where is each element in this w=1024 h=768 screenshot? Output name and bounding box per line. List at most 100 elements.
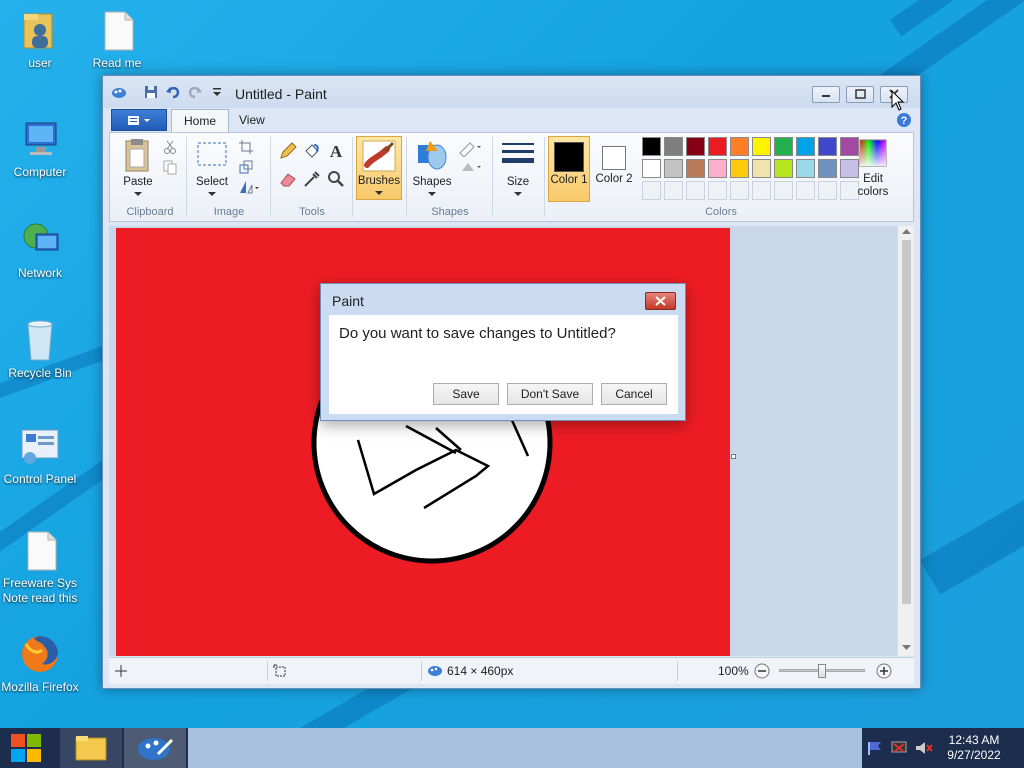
scroll-down-icon[interactable] bbox=[902, 645, 911, 651]
color1-button[interactable]: Color 1 bbox=[548, 136, 590, 202]
help-icon[interactable]: ? bbox=[896, 112, 912, 128]
dont-save-button[interactable]: Don't Save bbox=[507, 383, 593, 405]
desktop-icon-computer[interactable]: Computer bbox=[0, 117, 80, 180]
desktop-icon-freeware-note[interactable]: Freeware Sys Note read this bbox=[0, 528, 80, 606]
palette-swatch[interactable] bbox=[774, 159, 793, 178]
title-bar[interactable]: Untitled - Paint bbox=[103, 76, 920, 108]
palette-empty-swatch[interactable] bbox=[664, 181, 683, 200]
network-tray-icon[interactable] bbox=[890, 740, 910, 756]
palette-swatch[interactable] bbox=[664, 159, 683, 178]
cancel-button[interactable]: Cancel bbox=[601, 383, 667, 405]
size-label: Size bbox=[506, 176, 530, 188]
palette-swatch[interactable] bbox=[686, 137, 705, 156]
palette-swatch[interactable] bbox=[708, 137, 727, 156]
file-menu-button[interactable] bbox=[111, 109, 167, 131]
palette-swatch[interactable] bbox=[752, 137, 771, 156]
palette-swatch[interactable] bbox=[664, 137, 683, 156]
select-button[interactable]: Select bbox=[190, 137, 234, 201]
volume-tray-icon[interactable] bbox=[914, 740, 934, 756]
customize-toolbar-icon[interactable] bbox=[209, 84, 225, 100]
brushes-button[interactable]: Brushes bbox=[356, 136, 402, 200]
desktop-icon-read-me[interactable]: Read me bbox=[77, 8, 157, 71]
save-icon[interactable] bbox=[143, 84, 159, 100]
color2-button[interactable]: Color 2 bbox=[594, 136, 636, 202]
color-picker-icon[interactable] bbox=[302, 169, 322, 189]
ribbon-separator bbox=[492, 137, 493, 217]
tab-view[interactable]: View bbox=[227, 111, 277, 131]
fill-style-icon[interactable] bbox=[458, 159, 484, 177]
zoom-slider[interactable] bbox=[779, 664, 865, 678]
save-button[interactable]: Save bbox=[433, 383, 499, 405]
palette-swatch[interactable] bbox=[796, 137, 815, 156]
redo-icon[interactable] bbox=[187, 84, 203, 100]
palette-swatch[interactable] bbox=[730, 159, 749, 178]
palette-empty-swatch[interactable] bbox=[796, 181, 815, 200]
selection-size-icon bbox=[273, 664, 286, 677]
cut-icon[interactable] bbox=[162, 139, 178, 155]
outline-icon[interactable] bbox=[458, 139, 484, 157]
edit-colors-button[interactable]: Edit colors bbox=[854, 137, 892, 201]
taskbar-empty-area bbox=[188, 728, 862, 768]
palette-empty-swatch[interactable] bbox=[708, 181, 727, 200]
folder-icon bbox=[75, 736, 107, 761]
zoom-out-icon[interactable] bbox=[754, 663, 770, 679]
text-icon[interactable]: A bbox=[326, 141, 346, 161]
palette-swatch[interactable] bbox=[818, 159, 837, 178]
dialog-close-button[interactable] bbox=[645, 292, 676, 310]
size-button[interactable]: Size bbox=[496, 137, 540, 201]
palette-swatch[interactable] bbox=[774, 137, 793, 156]
desktop-icon-firefox[interactable]: Mozilla Firefox bbox=[0, 632, 80, 695]
palette-empty-swatch[interactable] bbox=[642, 181, 661, 200]
resize-icon[interactable] bbox=[238, 159, 254, 175]
desktop-icon-network[interactable]: Network bbox=[0, 218, 80, 281]
dialog-message: Do you want to save changes to Untitled? bbox=[339, 325, 616, 342]
restore-icon bbox=[855, 89, 866, 99]
desktop-icon-label: Mozilla Firefox bbox=[1, 680, 79, 694]
eraser-icon[interactable] bbox=[278, 169, 298, 189]
palette-swatch[interactable] bbox=[642, 159, 661, 178]
palette-empty-swatch[interactable] bbox=[774, 181, 793, 200]
palette-empty-swatch[interactable] bbox=[730, 181, 749, 200]
minimize-button[interactable] bbox=[812, 86, 840, 103]
paste-button[interactable]: Paste bbox=[116, 137, 160, 201]
paint-app-icon[interactable] bbox=[111, 84, 127, 100]
palette-swatch[interactable] bbox=[642, 137, 661, 156]
vertical-scrollbar[interactable] bbox=[897, 226, 914, 656]
palette-swatch[interactable] bbox=[730, 137, 749, 156]
palette-empty-swatch[interactable] bbox=[752, 181, 771, 200]
zoom-in-icon[interactable] bbox=[876, 663, 892, 679]
action-center-flag-icon[interactable] bbox=[866, 740, 884, 756]
taskbar-clock[interactable]: 12:43 AM 9/27/2022 bbox=[936, 733, 1012, 763]
color1-label: Color 1 bbox=[550, 174, 588, 186]
taskbar-file-explorer[interactable] bbox=[60, 728, 122, 768]
tab-home[interactable]: Home bbox=[171, 109, 230, 133]
palette-swatch[interactable] bbox=[818, 137, 837, 156]
zoom-slider-thumb[interactable] bbox=[818, 664, 826, 678]
palette-swatch[interactable] bbox=[686, 159, 705, 178]
shapes-button[interactable]: Shapes bbox=[410, 137, 454, 201]
fill-icon[interactable] bbox=[302, 141, 322, 161]
palette-swatch[interactable] bbox=[708, 159, 727, 178]
canvas-resize-handle[interactable] bbox=[731, 454, 736, 459]
start-button[interactable] bbox=[0, 728, 56, 768]
palette-swatch[interactable] bbox=[752, 159, 771, 178]
undo-icon[interactable] bbox=[165, 84, 181, 100]
rotate-icon[interactable] bbox=[238, 179, 260, 195]
crop-icon[interactable] bbox=[238, 139, 254, 155]
desktop-icon-recycle-bin[interactable]: Recycle Bin bbox=[0, 318, 80, 381]
restore-button[interactable] bbox=[846, 86, 874, 103]
magnifier-icon[interactable] bbox=[326, 169, 346, 189]
palette-empty-swatch[interactable] bbox=[818, 181, 837, 200]
pencil-icon[interactable] bbox=[278, 141, 298, 161]
svg-text:A: A bbox=[330, 142, 343, 161]
palette-empty-swatch[interactable] bbox=[686, 181, 705, 200]
scrollbar-thumb[interactable] bbox=[902, 240, 911, 604]
desktop-icon-user[interactable]: user bbox=[0, 8, 80, 71]
copy-icon[interactable] bbox=[162, 159, 178, 175]
palette-swatch[interactable] bbox=[796, 159, 815, 178]
document-icon bbox=[95, 8, 139, 52]
cursor-position-icon bbox=[115, 665, 127, 677]
taskbar-paint[interactable] bbox=[124, 728, 186, 768]
desktop-icon-control-panel[interactable]: Control Panel bbox=[0, 424, 80, 487]
scroll-up-icon[interactable] bbox=[902, 229, 911, 235]
